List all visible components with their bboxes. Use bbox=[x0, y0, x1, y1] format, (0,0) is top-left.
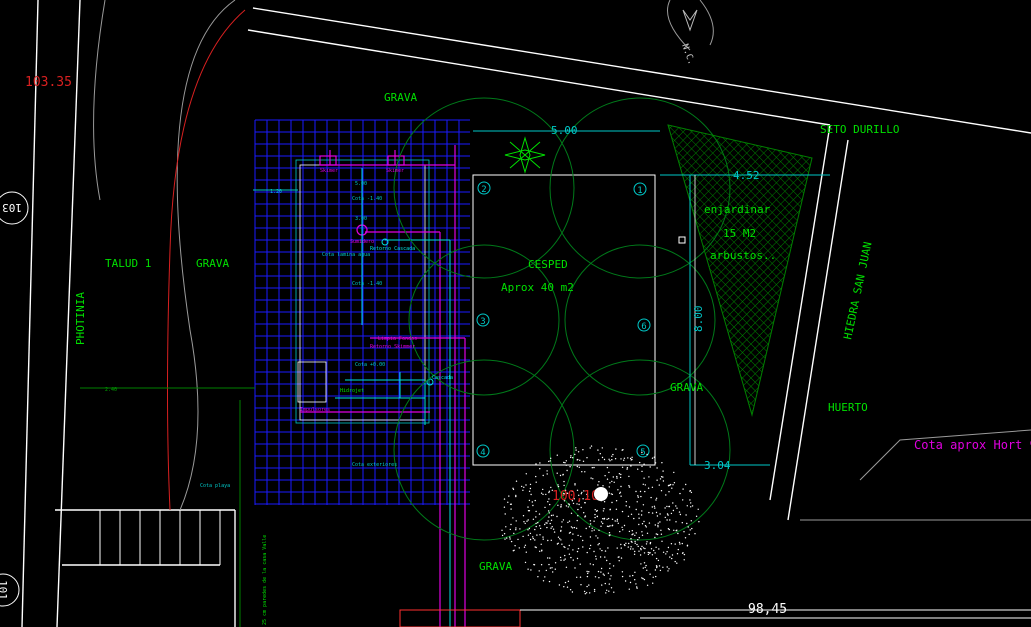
north-label: N.C. bbox=[679, 43, 696, 67]
svg-text:101: 101 bbox=[0, 580, 9, 600]
elevation-left-top: 103.35 bbox=[25, 75, 72, 90]
elevation-tag-top: 103 bbox=[0, 191, 29, 225]
pool-ext-label: Cota exteriores bbox=[352, 462, 397, 468]
pool-dim-2: 5.00 bbox=[355, 181, 367, 187]
label-seto: SETO DURILLO bbox=[820, 123, 899, 136]
label-cesped: CESPED bbox=[528, 258, 568, 271]
label-grava-left: GRAVA bbox=[196, 257, 229, 270]
label-grava-bottom: GRAVA bbox=[479, 560, 512, 573]
pool-cota-b: Cota -1.40 bbox=[352, 281, 382, 287]
dim-top: 5.00 bbox=[551, 124, 578, 137]
elevation-center: 100,10 bbox=[552, 489, 599, 504]
svg-text:103: 103 bbox=[2, 201, 22, 214]
pool-dim-1: 1.20 bbox=[270, 189, 282, 195]
elevation-hort: Cota aprox Hort 97 bbox=[914, 438, 1031, 452]
label-enjardinar-area: 15 M2 bbox=[723, 227, 756, 240]
gravel-dot-pattern bbox=[501, 445, 700, 595]
sprinkler-label-2: 2 bbox=[481, 185, 486, 195]
pool-dim-5: 2.40 bbox=[105, 387, 117, 393]
dim-right: 4.52 bbox=[733, 169, 760, 182]
sprinkler-label-6: 6 bbox=[641, 322, 646, 332]
pool-side-label: Cota playa bbox=[200, 483, 230, 489]
pool-plumbing-magenta bbox=[300, 145, 466, 627]
elevation-tag-bottom: 101 bbox=[0, 573, 20, 607]
reference-square bbox=[678, 236, 686, 244]
pool-dim-3: 3.00 bbox=[355, 216, 367, 222]
pool-retorno-skimmer: Retorno Skimmer bbox=[370, 344, 415, 350]
dim-bottom: 3.04 bbox=[704, 459, 731, 472]
stair-hatch bbox=[99, 510, 221, 565]
label-cesped-area: Aprox 40 m2 bbox=[501, 281, 574, 294]
elevation-bottom-right: 98,45 bbox=[748, 602, 787, 617]
dim-vertical: 8.00 bbox=[692, 306, 705, 333]
label-grava-top: GRAVA bbox=[384, 91, 417, 104]
elevation-marker bbox=[594, 487, 608, 501]
sprinkler-label-1: 1 bbox=[637, 186, 642, 196]
house-outline bbox=[399, 609, 1031, 627]
pool-retorno-cascada: Retorno Cascada bbox=[370, 246, 415, 252]
label-talud: TALUD 1 bbox=[105, 257, 151, 270]
sprinkler-label-4: 4 bbox=[480, 448, 485, 458]
label-arbustos: arbustos.. bbox=[710, 249, 776, 262]
pool-hidrojet: Hidrojet bbox=[340, 388, 364, 394]
sprinkler-markers: 1 2 3 4 5 6 bbox=[476, 181, 651, 458]
north-arrow-icon bbox=[682, 9, 698, 32]
label-photinia: PHOTINIA bbox=[74, 292, 87, 345]
pool-skimmer-b: Skimer bbox=[386, 168, 404, 174]
compass-rose bbox=[504, 136, 546, 174]
label-hiedra: HIEDRA SAN JUAN bbox=[841, 241, 874, 341]
pool-cota-lamina: Cota lamina agua bbox=[322, 252, 370, 258]
label-grava-right: GRAVA bbox=[670, 381, 703, 394]
pool-cota-c: Cota +0.00 bbox=[355, 362, 385, 368]
pool-plumbing-cyan bbox=[335, 168, 451, 627]
label-enjardinar: enjardinar bbox=[704, 203, 771, 216]
pool-cota-a: Cota -1.40 bbox=[352, 196, 382, 202]
label-huerto: HUERTO bbox=[828, 401, 868, 414]
sprinkler-label-5: 5 bbox=[640, 448, 645, 458]
pool-note: 25 cm paredes de la casa Valle bbox=[262, 535, 268, 625]
property-boundary bbox=[21, 0, 1031, 627]
sprinkler-label-3: 3 bbox=[480, 317, 485, 327]
site-plan-drawing: 1 2 3 4 5 6 N.C. 103 101 103.35 100,10 9… bbox=[0, 0, 1031, 627]
pool-limpia-fondos: Limpia Fondos bbox=[378, 336, 417, 342]
pool-skimmer-a: Skimer bbox=[320, 168, 338, 174]
pool-impulsores: Impulsores bbox=[300, 407, 330, 413]
pool-cascada: Cascada bbox=[432, 375, 453, 381]
pool-sumidero: Sumidero bbox=[350, 239, 374, 245]
